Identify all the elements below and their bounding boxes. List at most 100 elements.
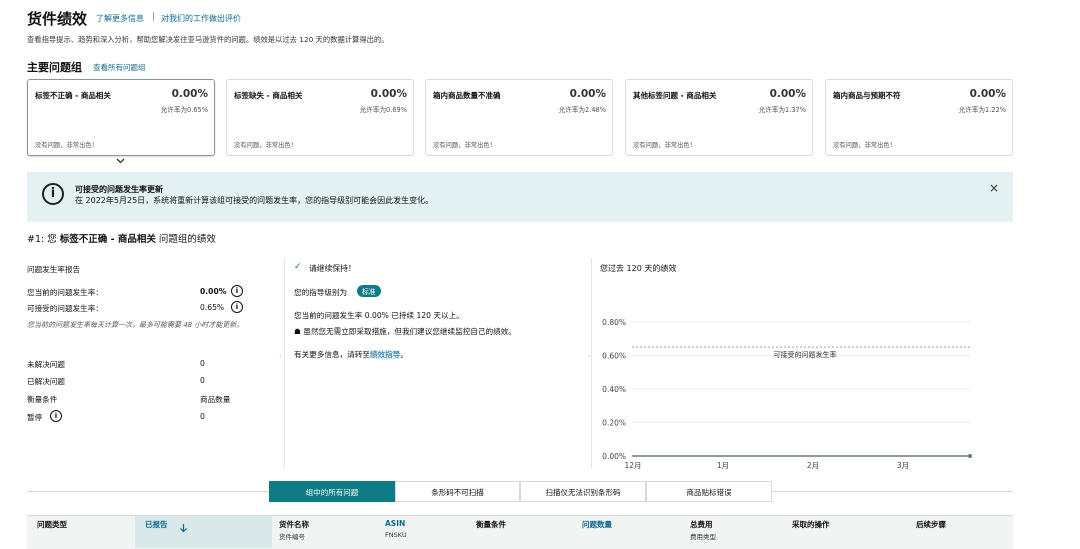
x-tick-label: 2月 — [807, 461, 819, 470]
issue-card-name: 标签不正确 - 商品相关 — [35, 91, 111, 100]
column-subheader-shipment-id: 货件编号 — [279, 533, 305, 541]
y-tick-label: 0.40% — [602, 385, 626, 394]
current-rate-label: 您当前的问题发生率： — [27, 288, 103, 297]
y-tick-label: 0.20% — [602, 419, 626, 428]
chevron-down-icon — [116, 157, 125, 167]
issue-card-note: 没有问题，非常出色！ — [35, 142, 98, 149]
paused-value: 0 — [200, 412, 205, 421]
page-description: 查看指导提示、趋势和深入分析，帮助您解决发往亚马逊货件的问题。绩效是以过去 12… — [27, 35, 389, 44]
guidance-level-label: 您的指导级别为 — [294, 288, 348, 297]
learn-more-link[interactable]: 了解更多信息 — [96, 13, 144, 24]
info-icon[interactable]: i — [231, 285, 243, 297]
issue-card-other-label[interactable]: 其他标签问题 - 商品相关 0.00% 允许率为1.37% 没有问题，非常出色！ — [625, 79, 813, 156]
section-title-group: 标签不正确 - 商品相关 — [59, 234, 156, 245]
section-title-prefix: #1: 您 — [27, 234, 57, 245]
issue-card-name: 箱内商品与预期不符 — [833, 91, 901, 100]
sort-down-icon[interactable] — [179, 518, 188, 537]
banner-title: 可接受的问题发生率更新 — [75, 185, 163, 194]
guidance-level-badge: 标准 — [357, 285, 381, 297]
feedback-link[interactable]: 对我们的工作做出评价 — [161, 13, 241, 24]
check-icon: ✓ — [294, 262, 302, 272]
issue-card-missing-label[interactable]: 标签缺失 - 商品相关 0.00% 允许率为0.69% 没有问题，非常出色！ — [226, 79, 414, 156]
report-title: 问题发生率报告 — [27, 265, 81, 274]
rate-update-note: 您当前的问题发生率每天计算一次，最多可能需要 48 小时才能更新。 — [27, 321, 244, 329]
column-header-criteria[interactable]: 衡量条件 — [476, 519, 506, 530]
close-icon[interactable]: × — [989, 181, 999, 195]
tab-all-issues[interactable]: 组中的所有问题 — [269, 481, 395, 502]
info-icon[interactable]: i — [231, 301, 243, 313]
x-tick-label: 1月 — [717, 461, 729, 470]
issue-card-unexpected-item[interactable]: 箱内商品与预期不符 0.00% 允许率为1.22% 没有问题，非常出色！ — [825, 79, 1013, 156]
issue-card-name: 标签缺失 - 商品相关 — [234, 91, 303, 100]
column-header-issue-count[interactable]: 问题数量 — [582, 519, 612, 530]
issue-card-note: 没有问题，非常出色！ — [833, 142, 896, 149]
issue-card-allowed: 允许率为2.48% — [558, 106, 606, 114]
issue-card-allowed: 允许率为0.65% — [160, 106, 208, 114]
series-point — [968, 454, 972, 458]
issue-card-note: 没有问题，非常出色！ — [633, 142, 696, 149]
column-header-action-taken[interactable]: 采取的操作 — [792, 519, 830, 530]
issue-card-note: 没有问题，非常出色！ — [234, 142, 297, 149]
chevron-right-icon: › — [588, 352, 591, 360]
acceptable-rate-label: 可接受的问题发生率： — [27, 304, 103, 313]
header-separator: | — [152, 12, 156, 22]
issue-card-name: 箱内商品数量不准确 — [433, 91, 501, 100]
column-header-asin[interactable]: ASIN — [385, 519, 405, 528]
acceptable-rate-value: 0.65% — [200, 303, 225, 312]
guidance-bullet: ☗ 虽然您无需立即采取措施，但我们建议您继续监控自己的绩效。 — [294, 326, 516, 337]
criteria-value: 商品数量 — [200, 395, 231, 404]
issue-card-allowed: 允许率为1.37% — [758, 106, 806, 114]
issue-card-rate: 0.00% — [569, 88, 606, 100]
issue-card-rate: 0.00% — [370, 88, 407, 100]
tab-barcode-unrecognized[interactable]: 扫描仪无法识别条形码 — [520, 481, 646, 502]
issue-groups-title: 主要问题组 — [27, 61, 82, 74]
guidance-status: 请继续保持！ — [309, 264, 356, 273]
banner-text: 在 2022年5月25日，系统将重新计算该组可接受的问题发生率，您的指导级别可能… — [75, 196, 434, 205]
resolved-label: 已解决问题 — [27, 377, 65, 386]
issue-card-rate: 0.00% — [769, 88, 806, 100]
y-tick-label: 0.00% — [602, 452, 626, 461]
issue-card-rate: 0.00% — [969, 88, 1006, 100]
guidance-more-suffix: 。 — [400, 350, 408, 359]
tab-mislabeled[interactable]: 商品贴标错误 — [646, 481, 772, 502]
chart-title: 您过去 120 天的绩效 — [600, 264, 677, 273]
issue-card-note: 没有问题，非常出色！ — [433, 142, 496, 149]
guidance-more: 有关更多信息，请转至绩效指导。 — [294, 349, 408, 360]
column-header-total-fee[interactable]: 总费用 — [690, 519, 713, 530]
y-tick-label: 0.80% — [602, 318, 626, 327]
issue-card-allowed: 允许率为0.69% — [359, 106, 407, 114]
page-title: 货件绩效 — [27, 10, 88, 28]
info-icon[interactable]: i — [50, 410, 62, 422]
issue-card-quantity[interactable]: 箱内商品数量不准确 0.00% 允许率为2.48% 没有问题，非常出色！ — [425, 79, 613, 156]
issue-card-allowed: 允许率为1.22% — [958, 106, 1006, 114]
column-subheader-fnsku: FNSKU — [385, 531, 407, 539]
column-divider — [284, 258, 285, 468]
chevron-left-icon: ‹ — [279, 352, 282, 360]
paused-label: 暂停 — [27, 413, 43, 422]
performance-chart: 0.00% 0.20% 0.40% 0.60% 0.80% 可接受的问题发生率 12月 1月 2… — [602, 318, 972, 470]
guidance-bullet-text: 虽然您无需立即采取措施，但我们建议您继续监控自己的绩效。 — [303, 327, 516, 336]
unresolved-value: 0 — [200, 359, 205, 368]
guidance-link[interactable]: 绩效指导 — [369, 350, 401, 359]
criteria-label: 衡量条件 — [27, 395, 58, 404]
column-header-reported[interactable]: 已报告 — [145, 519, 168, 530]
issue-card-rate: 0.00% — [171, 88, 208, 100]
guidance-text: 您当前的问题发生率 0.00% 已持续 120 天以上。 — [294, 311, 464, 320]
column-header-shipment-name[interactable]: 货件名称 — [279, 519, 309, 530]
view-all-groups-link[interactable]: 查看所有问题组 — [93, 62, 146, 73]
tab-unscannable-barcode[interactable]: 条形码不可扫描 — [395, 481, 520, 502]
unresolved-label: 未解决问题 — [27, 360, 65, 369]
column-header-issue-type[interactable]: 问题类型 — [37, 519, 67, 530]
y-tick-label: 0.60% — [602, 352, 626, 361]
threshold-label: 可接受的问题发生率 — [774, 350, 837, 359]
info-icon: i — [42, 183, 64, 205]
resolved-value: 0 — [200, 376, 205, 385]
column-subheader-fee-type: 费用类型 — [690, 533, 716, 541]
column-divider — [591, 258, 592, 468]
column-header-next-steps[interactable]: 后续步骤 — [916, 519, 946, 530]
x-tick-label: 12月 — [624, 461, 641, 470]
bullet-icon: ☗ — [294, 327, 301, 336]
section-title: #1: 您 标签不正确 - 商品相关 问题组的绩效 — [27, 231, 216, 245]
issue-card-name: 其他标签问题 - 商品相关 — [633, 91, 717, 100]
issue-card-mislabeled[interactable]: 标签不正确 - 商品相关 0.00% 允许率为0.65% 没有问题，非常出色！ — [27, 79, 215, 156]
